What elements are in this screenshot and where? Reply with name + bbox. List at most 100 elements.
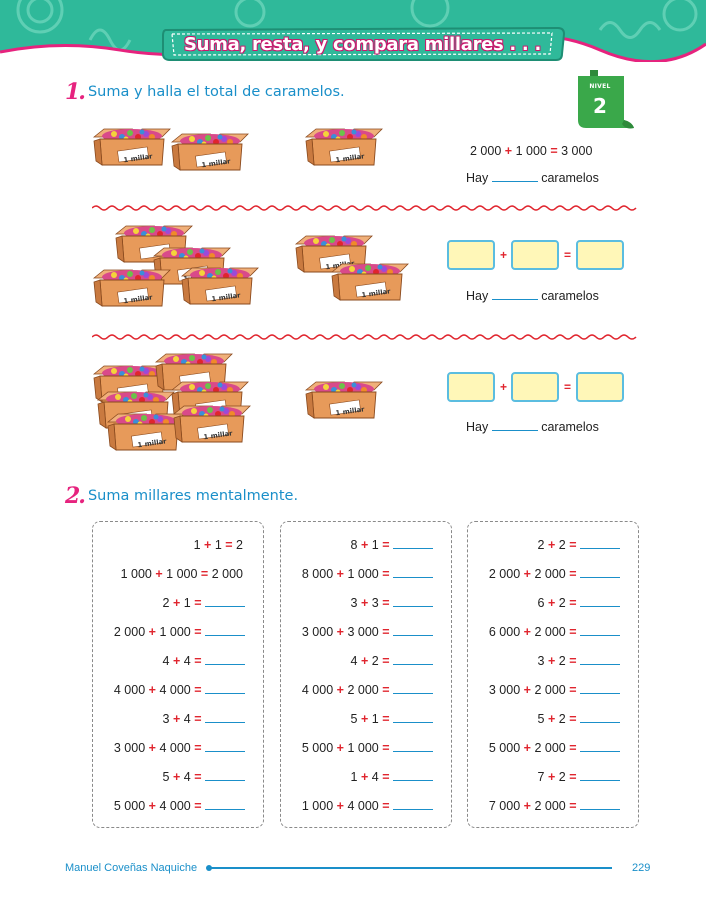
equals-sign: = xyxy=(564,248,572,262)
answer-box-addend-b[interactable] xyxy=(511,240,559,270)
answer-blank[interactable] xyxy=(491,299,538,300)
footer-author: Manuel Coveñas Naquiche xyxy=(65,862,198,874)
answer-box-sum[interactable] xyxy=(576,372,624,402)
answer-blank[interactable] xyxy=(205,751,245,752)
answer-blank[interactable] xyxy=(580,809,620,810)
addend-a: 4 000 xyxy=(113,683,146,697)
addend-b: 1 xyxy=(214,538,222,552)
addend-a: 4 000 xyxy=(301,683,334,697)
answer-blank[interactable] xyxy=(205,664,245,665)
equals-sign: = xyxy=(382,799,390,813)
answer-blank[interactable] xyxy=(580,606,620,607)
answer-blank[interactable] xyxy=(205,606,245,607)
mental-sum-row: 3 + 2 = xyxy=(538,654,620,668)
addend-a: 3 xyxy=(537,654,545,668)
answer-box-addend-a[interactable] xyxy=(447,240,495,270)
answer-blank[interactable] xyxy=(393,548,433,549)
plus-sign: + xyxy=(172,770,181,784)
addend-b: 4 000 xyxy=(159,741,191,755)
equals-sign: = xyxy=(569,712,577,726)
equals-sign: = xyxy=(194,683,202,697)
mental-sum-row: 2 000 + 2 000 = xyxy=(489,567,620,581)
addend-a: 3 000 xyxy=(488,683,521,697)
answer-blank[interactable] xyxy=(393,751,433,752)
answer-blank[interactable] xyxy=(205,693,245,694)
answer-blank[interactable] xyxy=(580,751,620,752)
mental-sum-row: 1 + 4 = xyxy=(351,770,433,784)
plus-sign: + xyxy=(523,799,531,813)
plus-sign: + xyxy=(523,625,531,639)
wavy-divider xyxy=(92,205,637,211)
answer-blank[interactable] xyxy=(205,722,245,723)
addend-b: 3 xyxy=(371,596,379,610)
equals-sign: = xyxy=(569,567,577,581)
exercise-1-title: 1. Suma y halla el total de caramelos. xyxy=(65,79,345,105)
nivel-label: NIVEL xyxy=(589,83,611,90)
answer-box-addend-a[interactable] xyxy=(447,372,495,402)
mental-sum-row: 8 + 1 = xyxy=(351,538,433,552)
addend-a: 5 000 xyxy=(301,741,334,755)
answer-box-sum[interactable] xyxy=(576,240,624,270)
equals-sign: = xyxy=(569,625,577,639)
answer-blank[interactable] xyxy=(491,181,538,182)
mental-sum-row: 5 + 1 = xyxy=(351,712,433,726)
answer-blank[interactable] xyxy=(205,780,245,781)
equals-sign: = xyxy=(382,567,390,581)
answer-blank[interactable] xyxy=(580,780,620,781)
mental-sum-row: 1 + 1 = 2 xyxy=(194,538,243,552)
addend-a: 3 000 xyxy=(301,625,334,639)
equals-sign: = xyxy=(194,596,202,610)
addend-a: 3 xyxy=(350,596,358,610)
answer-blank[interactable] xyxy=(393,606,433,607)
addend-a: 2 000 xyxy=(488,567,521,581)
addend-b: 4 xyxy=(183,712,191,726)
addend-b: 1 000 xyxy=(515,144,547,158)
equals-sign: = xyxy=(194,625,202,639)
plus-sign: + xyxy=(360,712,369,726)
answer-blank[interactable] xyxy=(580,664,620,665)
nivel-number: 2 xyxy=(593,94,607,118)
answer-blank[interactable] xyxy=(393,664,433,665)
caramelos-text: caramelos xyxy=(541,420,599,434)
answer-blank[interactable] xyxy=(205,635,245,636)
answer-blank[interactable] xyxy=(491,430,538,431)
addend-a: 6 xyxy=(537,596,545,610)
hay-line-3: Hay caramelos xyxy=(466,420,599,434)
answer-blank[interactable] xyxy=(580,577,620,578)
answer-box-addend-b[interactable] xyxy=(511,372,559,402)
answer-blank[interactable] xyxy=(205,809,245,810)
answer-blank[interactable] xyxy=(580,635,620,636)
answer-blank[interactable] xyxy=(580,548,620,549)
plus-sign: + xyxy=(523,741,531,755)
plus-sign: + xyxy=(547,654,556,668)
sum-result: 2 xyxy=(236,538,243,552)
plus-sign: + xyxy=(523,567,531,581)
page-title: Suma, resta, y compara millares . . . xyxy=(184,34,541,55)
exercise-2-title: 2. Suma millares mentalmente. xyxy=(65,483,298,509)
answer-blank[interactable] xyxy=(393,722,433,723)
plus-sign: + xyxy=(148,799,156,813)
addend-a: 6 000 xyxy=(488,625,521,639)
answer-blank[interactable] xyxy=(393,635,433,636)
plus-sign: + xyxy=(172,596,181,610)
addend-b: 2 xyxy=(558,654,566,668)
answer-blank[interactable] xyxy=(393,780,433,781)
answer-blank[interactable] xyxy=(580,693,620,694)
addend-a: 8 xyxy=(350,538,358,552)
addend-a: 3 000 xyxy=(113,741,146,755)
plus-sign: + xyxy=(336,567,344,581)
answer-blank[interactable] xyxy=(393,693,433,694)
addend-b: 2 000 xyxy=(534,625,566,639)
caramelos-text: caramelos xyxy=(541,289,599,303)
addend-b: 2 000 xyxy=(347,683,379,697)
answer-blank[interactable] xyxy=(580,722,620,723)
equals-sign: = xyxy=(382,625,390,639)
addend-b: 4 xyxy=(371,770,379,784)
addend-b: 2 xyxy=(371,654,379,668)
plus-sign: + xyxy=(336,799,344,813)
equals-sign: = xyxy=(550,144,558,158)
sum-result: 3 000 xyxy=(561,144,593,158)
answer-blank[interactable] xyxy=(393,577,433,578)
answer-blank[interactable] xyxy=(393,809,433,810)
plus-sign: + xyxy=(172,712,181,726)
